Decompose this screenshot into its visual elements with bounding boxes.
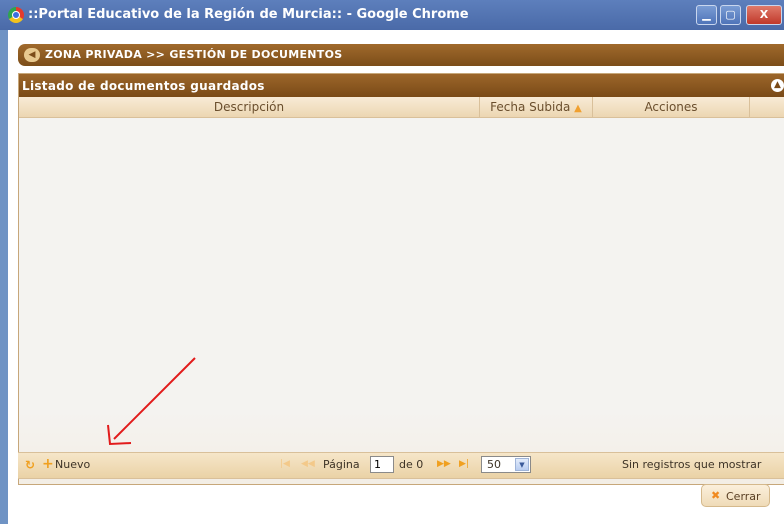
back-arrow-icon[interactable]: ◀ xyxy=(24,48,40,62)
close-button[interactable]: ✖ Cerrar xyxy=(701,484,770,507)
column-label-descripcion: Descripción xyxy=(213,100,285,114)
page-label: Página xyxy=(323,458,360,471)
column-header-filler xyxy=(750,97,784,117)
breadcrumb-text: ZONA PRIVADA >> GESTIÓN DE DOCUMENTOS xyxy=(45,48,343,61)
close-window-button[interactable]: X xyxy=(746,5,782,25)
column-header-descripcion[interactable]: Descripción xyxy=(19,97,480,117)
column-label-acciones: Acciones xyxy=(644,100,698,114)
column-label-fecha-subida: Fecha Subida xyxy=(490,100,571,114)
panel-header: Listado de documentos guardados ▲ xyxy=(19,74,784,97)
page-size-value: 50 xyxy=(487,458,501,471)
collapse-icon[interactable]: ▲ xyxy=(771,79,784,92)
close-button-label: Cerrar xyxy=(726,490,761,503)
page-count: de 0 xyxy=(399,458,424,471)
next-page-icon[interactable]: ▶▶ xyxy=(437,459,451,469)
chrome-icon xyxy=(8,7,24,23)
page-number-input[interactable] xyxy=(370,456,394,473)
refresh-icon[interactable]: ↻ xyxy=(25,458,35,472)
window-titlebar[interactable]: ::Portal Educativo de la Región de Murci… xyxy=(0,0,784,30)
grid-column-headers: Descripción Fecha Subida ▲ Acciones xyxy=(19,97,784,118)
close-x-icon: ✖ xyxy=(711,489,721,502)
add-icon[interactable]: + xyxy=(42,456,54,472)
maximize-button[interactable]: ▢ xyxy=(720,5,741,25)
window-title: ::Portal Educativo de la Región de Murci… xyxy=(28,7,469,22)
sort-asc-icon: ▲ xyxy=(574,103,582,114)
grid-pager: ↻ + Nuevo |◀ ◀◀ Página de 0 ▶▶ ▶| 50 ▼ S… xyxy=(18,452,784,479)
new-button[interactable]: Nuevo xyxy=(55,458,90,471)
last-page-icon[interactable]: ▶| xyxy=(459,459,469,469)
chevron-down-icon: ▼ xyxy=(515,458,529,471)
panel-title: Listado de documentos guardados xyxy=(22,79,265,93)
page-size-select[interactable]: 50 ▼ xyxy=(481,456,531,473)
page-content: ◀ ZONA PRIVADA >> GESTIÓN DE DOCUMENTOS … xyxy=(8,30,784,524)
column-header-acciones[interactable]: Acciones xyxy=(593,97,750,117)
minimize-button[interactable]: ▁ xyxy=(696,5,717,25)
prev-page-icon[interactable]: ◀◀ xyxy=(301,459,315,469)
records-status: Sin registros que mostrar xyxy=(622,458,762,471)
browser-window: ::Portal Educativo de la Región de Murci… xyxy=(0,0,784,524)
breadcrumb: ◀ ZONA PRIVADA >> GESTIÓN DE DOCUMENTOS xyxy=(18,44,784,66)
documents-grid-panel: Listado de documentos guardados ▲ Descri… xyxy=(18,73,784,485)
first-page-icon[interactable]: |◀ xyxy=(280,459,290,469)
column-header-fecha-subida[interactable]: Fecha Subida ▲ xyxy=(480,97,593,117)
grid-body xyxy=(19,118,784,484)
